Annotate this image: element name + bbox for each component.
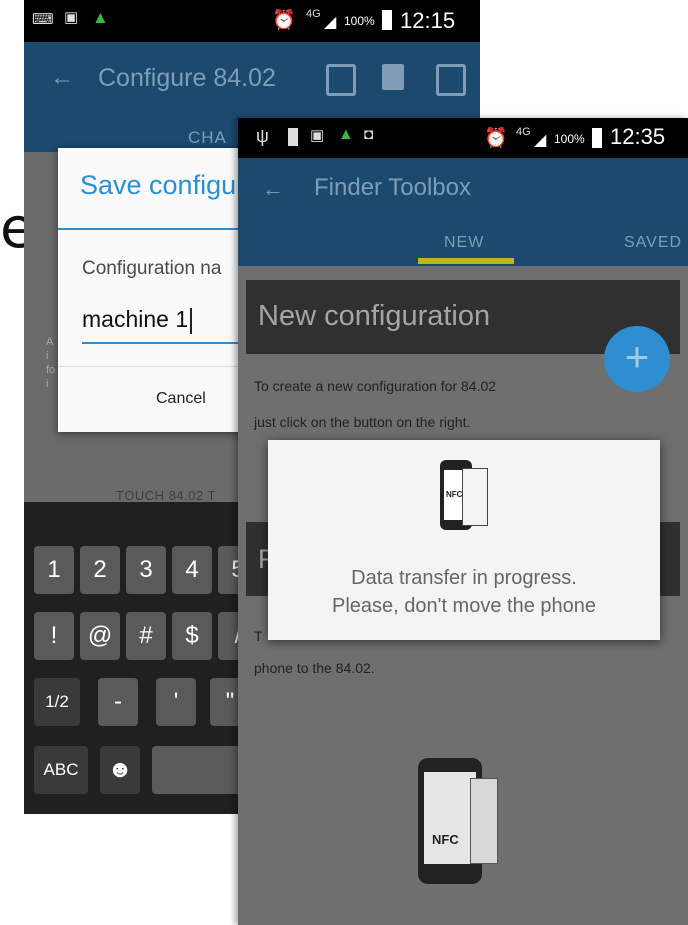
emoji-icon[interactable]: ☻ xyxy=(100,746,140,794)
touch-hint: TOUCH 84.02 T xyxy=(116,488,216,503)
key-3[interactable]: 3 xyxy=(126,546,166,594)
key-dollar[interactable]: $ xyxy=(172,612,212,660)
edge-text: i xyxy=(46,378,49,390)
add-icon[interactable]: + xyxy=(604,326,670,392)
toolbar-title: Finder Toolbox xyxy=(314,174,471,201)
alarm-icon: ⏰ xyxy=(272,10,296,31)
warning-icon: ▲ xyxy=(338,126,354,143)
app-toolbar: ← Finder Toolbox NEW SAVED xyxy=(238,158,688,266)
key-dash[interactable]: - xyxy=(98,678,138,726)
key-hash[interactable]: # xyxy=(126,612,166,660)
config-name-value: machine 1 xyxy=(82,306,189,332)
clock: 12:15 xyxy=(400,8,456,33)
edge-text: A xyxy=(46,336,54,348)
status-bar: ⌨ ▣ ▲ ⏰ 4G ◢ 100% 12:15 xyxy=(24,0,480,42)
config-name-label: Configuration na xyxy=(82,258,222,279)
network-type: 4G xyxy=(516,126,531,138)
usb-icon: ψ xyxy=(256,126,269,146)
tab-indicator xyxy=(418,258,514,264)
partial-text: T xyxy=(254,628,263,644)
tab-new[interactable]: NEW xyxy=(444,234,484,252)
key-exclaim[interactable]: ! xyxy=(34,612,74,660)
alarm-icon: ⏰ xyxy=(484,128,508,149)
battery-percent: 100% xyxy=(344,14,375,28)
instruction-line: To create a new configuration for 84.02 xyxy=(254,378,497,394)
battery-icon xyxy=(592,128,602,148)
battery-icon xyxy=(382,10,392,30)
nfc-phone-icon: NFC xyxy=(436,460,492,546)
clock: 12:35 xyxy=(610,124,666,149)
battery-percent: 100% xyxy=(554,132,585,146)
edge-text: fo xyxy=(46,364,56,376)
copy-icon[interactable] xyxy=(326,64,356,96)
network-type: 4G xyxy=(306,8,321,20)
new-config-title: New configuration xyxy=(258,300,491,332)
key-4[interactable]: 4 xyxy=(172,546,212,594)
phone-instruction: phone to the 84.02. xyxy=(254,660,375,676)
paste-icon[interactable] xyxy=(382,64,404,90)
status-bar: ψ ▣ ▲ ◘ ⏰ 4G ◢ 100% 12:35 xyxy=(238,118,688,158)
transfer-line: Data transfer in progress. xyxy=(351,567,577,589)
key-2[interactable]: 2 xyxy=(80,546,120,594)
transfer-line: Please, don't move the phone xyxy=(331,595,596,617)
front-phone-screen: ψ ▣ ▲ ◘ ⏰ 4G ◢ 100% 12:35 ← Finder Toolb… xyxy=(238,118,688,925)
cancel-button[interactable]: Cancel xyxy=(156,390,206,408)
nfc-label: NFC xyxy=(432,832,459,847)
signal-icon: ◢ xyxy=(534,132,547,149)
nfc-label: NFC xyxy=(446,490,463,499)
dialog-title: Save configu xyxy=(80,170,237,200)
text-caret xyxy=(190,307,193,334)
transfer-dialog: NFC Data transfer in progress. Please, d… xyxy=(268,440,660,640)
signal-icon: ◢ xyxy=(324,14,337,31)
key-1[interactable]: 1 xyxy=(34,546,74,594)
transfer-message: Data transfer in progress. Please, don't… xyxy=(268,564,660,620)
toolbar-title: Configure 84.02 xyxy=(98,64,276,92)
back-arrow-icon[interactable]: ← xyxy=(50,64,74,92)
battery-saver-icon xyxy=(288,128,298,146)
key-at[interactable]: @ xyxy=(80,612,120,660)
key-abc[interactable]: ABC xyxy=(34,746,88,794)
nfc-phone-icon: NFC xyxy=(418,758,510,888)
back-arrow-icon[interactable]: ← xyxy=(262,176,284,202)
image-icon: ▣ xyxy=(310,127,325,144)
save-icon[interactable] xyxy=(436,64,466,96)
warning-icon: ▲ xyxy=(92,8,109,27)
key-half[interactable]: 1/2 xyxy=(34,678,80,726)
image-icon: ▣ xyxy=(64,9,79,26)
keyboard-icon: ⌨ xyxy=(32,11,54,28)
edge-text: i xyxy=(46,350,49,362)
tab-change[interactable]: CHA xyxy=(188,128,227,148)
tab-saved[interactable]: SAVED xyxy=(624,234,682,252)
bag-icon: ◘ xyxy=(364,126,374,143)
instruction-line: just click on the button on the right. xyxy=(254,414,471,430)
key-apostrophe[interactable]: ' xyxy=(156,678,196,726)
